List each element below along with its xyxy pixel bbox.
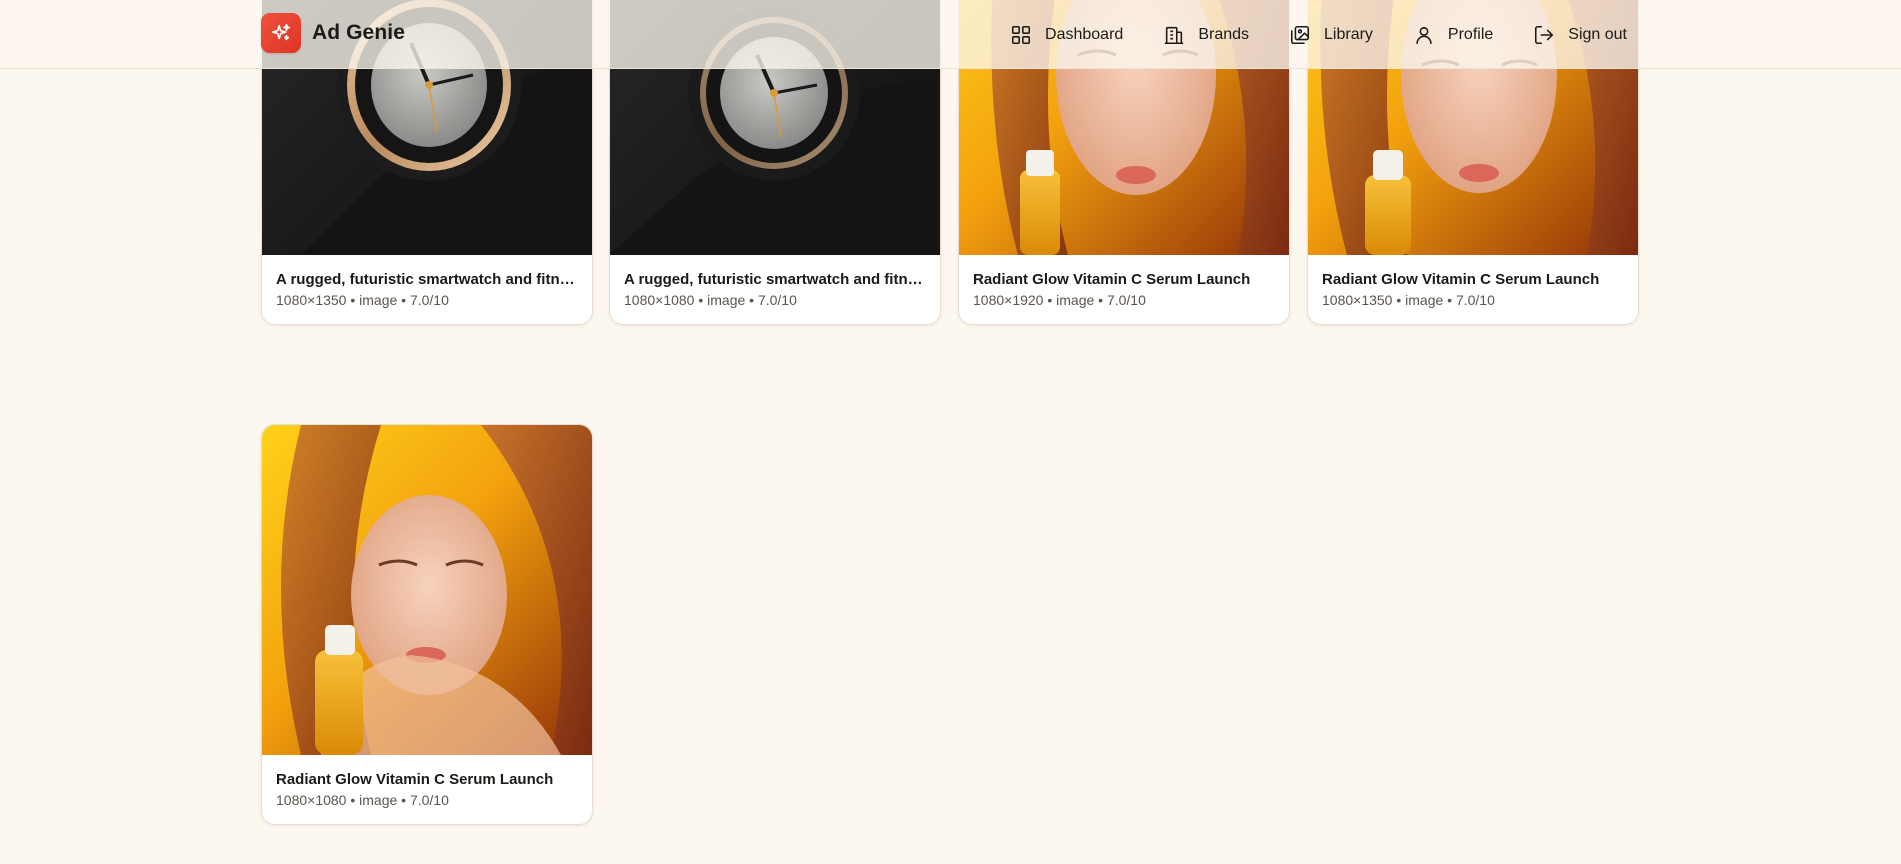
asset-title: Radiant Glow Vitamin C Serum Launch xyxy=(1322,271,1600,288)
nav-profile[interactable]: Profile xyxy=(1413,24,1493,46)
asset-title: A rugged, futuristic smartwatch and fitn… xyxy=(276,271,578,288)
app-name: Ad Genie xyxy=(312,21,405,44)
brand-home-link[interactable]: Ad Genie xyxy=(261,13,405,53)
top-navbar: Ad Genie Dashboard Brands Library Profil… xyxy=(0,0,1901,69)
nav-brands[interactable]: Brands xyxy=(1163,24,1249,46)
nav-sign-out[interactable]: Sign out xyxy=(1533,24,1627,46)
nav-brands-label: Brands xyxy=(1198,25,1250,43)
nav-dashboard[interactable]: Dashboard xyxy=(1010,24,1123,46)
building-icon xyxy=(1163,24,1185,46)
asset-title: Radiant Glow Vitamin C Serum Launch xyxy=(276,771,554,788)
asset-details: 1080×1080 • image • 7.0/10 xyxy=(624,292,797,308)
image-stack-icon xyxy=(1289,24,1311,46)
asset-card[interactable]: Radiant Glow Vitamin C Serum Launch 1080… xyxy=(261,424,593,825)
asset-title: A rugged, futuristic smartwatch and fitn… xyxy=(624,271,926,288)
nav-dashboard-label: Dashboard xyxy=(1045,25,1124,43)
log-out-icon xyxy=(1533,24,1555,46)
nav-library-label: Library xyxy=(1324,25,1373,43)
nav-library[interactable]: Library xyxy=(1289,24,1373,46)
asset-details: 1080×1350 • image • 7.0/10 xyxy=(276,292,449,308)
main-nav: Dashboard Brands Library Profile Sign ou… xyxy=(1010,0,1627,69)
asset-details: 1080×1350 • image • 7.0/10 xyxy=(1322,292,1495,308)
user-icon xyxy=(1413,24,1435,46)
asset-details: 1080×1080 • image • 7.0/10 xyxy=(276,792,449,808)
asset-thumbnail xyxy=(262,425,592,755)
nav-sign-out-label: Sign out xyxy=(1568,25,1627,43)
nav-profile-label: Profile xyxy=(1447,25,1494,43)
asset-title: Radiant Glow Vitamin C Serum Launch xyxy=(973,271,1251,288)
dashboard-grid-icon xyxy=(1010,24,1032,46)
sparkles-icon xyxy=(261,13,301,53)
asset-details: 1080×1920 • image • 7.0/10 xyxy=(973,292,1146,308)
